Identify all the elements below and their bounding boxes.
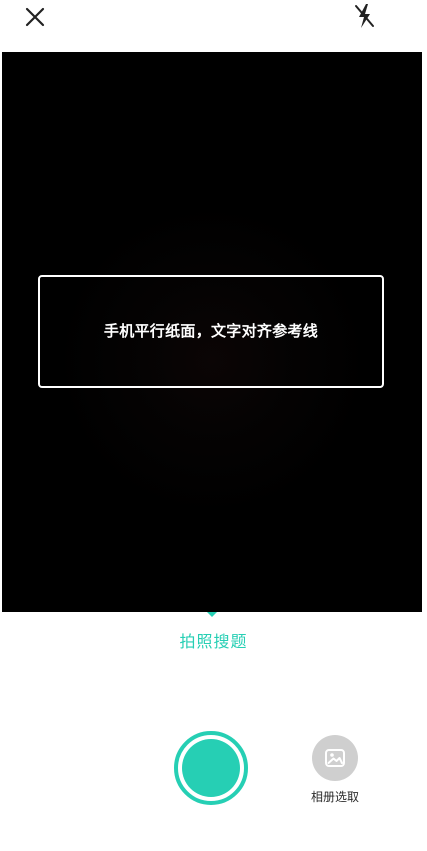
image-icon [312,735,358,781]
flash-toggle-button[interactable] [348,0,380,32]
close-icon [25,7,45,27]
album-label: 相册选取 [310,790,359,804]
camera-page: 手机平行纸面，文字对齐参考线 拍照搜题 相册选取 [0,0,427,851]
shutter-core [182,739,240,797]
alignment-guide-frame: 手机平行纸面，文字对齐参考线 [38,275,384,388]
top-bar [0,0,427,52]
camera-viewfinder[interactable]: 手机平行纸面，文字对齐参考线 [2,52,422,612]
album-button[interactable]: 相册选取 [305,735,367,805]
close-button[interactable] [20,2,50,32]
flash-off-icon [355,4,374,28]
shutter-button[interactable] [174,731,248,805]
mode-indicator [207,612,217,617]
mode-tab-photo-search[interactable]: 拍照搜题 [0,628,427,652]
guide-text: 手机平行纸面，文字对齐参考线 [103,322,319,340]
